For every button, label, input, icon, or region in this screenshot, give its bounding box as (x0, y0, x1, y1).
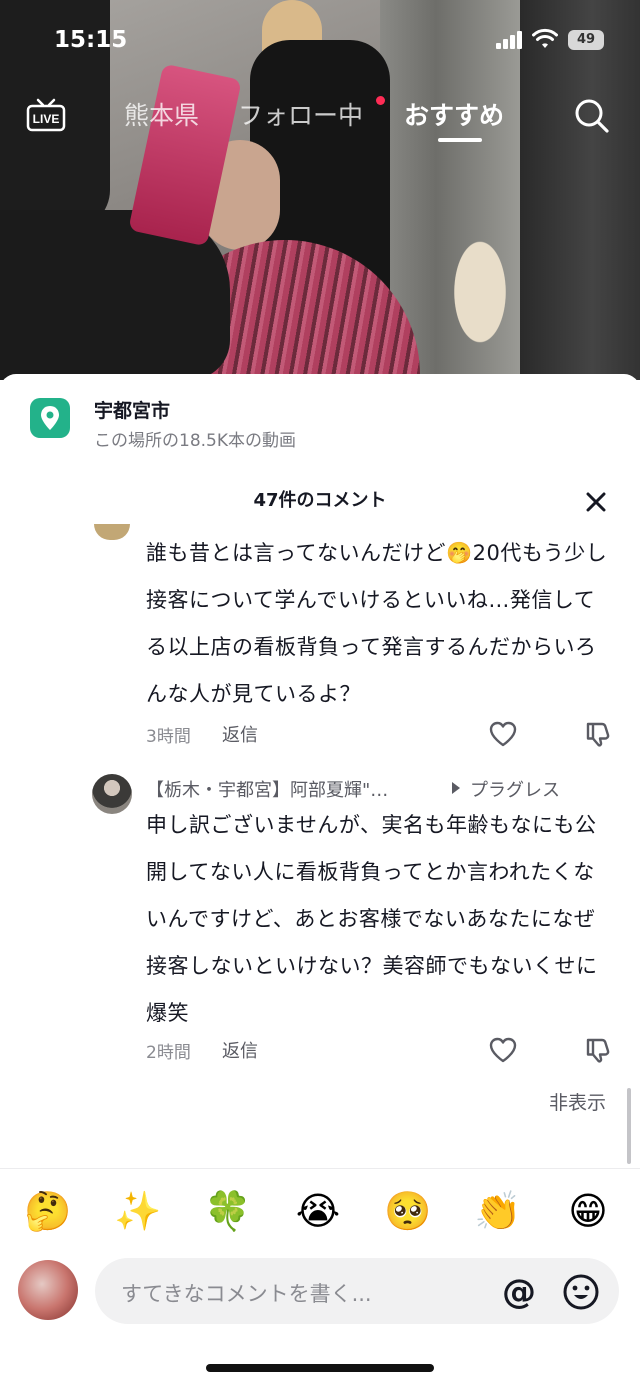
close-icon[interactable] (580, 486, 612, 518)
heart-icon[interactable] (488, 720, 518, 748)
reply-to-user[interactable]: プラグレス (470, 776, 560, 802)
emoji-picker-icon[interactable] (561, 1272, 601, 1312)
emoji-pleading[interactable]: 🥺 (383, 1186, 433, 1236)
tab-region[interactable]: 熊本県 (124, 96, 199, 132)
video-rabbit-figurine (440, 240, 520, 370)
emoji-clapping[interactable]: 👏 (473, 1186, 523, 1236)
scrollbar[interactable] (627, 1088, 631, 1164)
search-icon[interactable] (574, 98, 610, 134)
tab-for-you[interactable]: おすすめ (404, 96, 504, 132)
home-indicator (206, 1364, 434, 1372)
heart-icon[interactable] (488, 1036, 518, 1064)
emoji-thinking[interactable]: 🤔 (23, 1186, 73, 1236)
emoji-grinning[interactable]: 😁 (563, 1186, 613, 1236)
comment-timestamp: 3時間 (146, 727, 191, 747)
comments-count-title: 47件のコメント (253, 490, 387, 511)
notification-dot (376, 96, 385, 105)
svg-text:LIVE: LIVE (33, 112, 60, 126)
reply-button[interactable]: 返信 (222, 721, 258, 747)
battery-level: 49 (568, 30, 604, 50)
dislike-icon[interactable] (584, 720, 612, 748)
my-avatar[interactable] (18, 1260, 78, 1320)
divider (0, 1168, 640, 1169)
comments-sheet: 宇都宮市 この場所の18.5K本の動画 47件のコメント 誰も昔とは言ってないん… (0, 374, 640, 1385)
location-video-count: この場所の18.5K本の動画 (94, 431, 296, 451)
reply-text: 申し訳ございませんが、実名も年齢もなにも公開してない人に看板背負ってとか言われた… (146, 813, 598, 1025)
reply-timestamp: 2時間 (146, 1043, 191, 1063)
comment-input[interactable]: すてきなコメントを書く... @ (95, 1258, 619, 1324)
comment-input-placeholder: すてきなコメントを書く... (121, 1282, 372, 1306)
status-time: 15:15 (54, 27, 128, 53)
active-tab-indicator (438, 138, 482, 142)
status-bar: 15:15 49 (0, 0, 640, 80)
dislike-icon[interactable] (584, 1036, 612, 1064)
hide-replies-button[interactable]: 非表示 (549, 1088, 606, 1115)
cellular-signal-icon (496, 31, 522, 49)
wifi-icon (532, 28, 558, 48)
emoji-sparkles[interactable]: ✨ (113, 1186, 163, 1236)
tab-following[interactable]: フォロー中 (238, 96, 363, 132)
live-tv-icon[interactable]: LIVE (26, 98, 66, 132)
emoji-crying[interactable]: 😭 (293, 1186, 343, 1236)
location-name[interactable]: 宇都宮市 (94, 396, 170, 423)
emoji-clover[interactable]: 🍀 (203, 1186, 253, 1236)
comment-text: 誰も昔とは言ってないんだけど🤭20代もう少し接客について学んでいけるといいね…発… (146, 541, 608, 706)
avatar[interactable] (94, 524, 130, 540)
reply-avatar[interactable] (92, 774, 132, 814)
map-pin-icon[interactable] (30, 398, 70, 438)
top-navigation: LIVE 熊本県 フォロー中 おすすめ (0, 94, 640, 142)
reply-to-arrow-icon (452, 782, 460, 794)
reply-button[interactable]: 返信 (222, 1037, 258, 1063)
mention-icon[interactable]: @ (499, 1272, 539, 1312)
reply-author[interactable]: 【栃木・宇都宮】阿部夏輝"… (146, 776, 388, 802)
